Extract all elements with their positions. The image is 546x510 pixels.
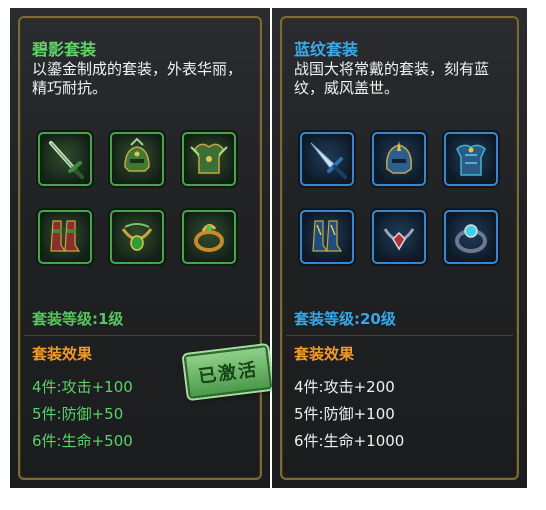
- set-level: 套装等级:20级: [294, 310, 396, 328]
- boots-icon: [312, 220, 343, 252]
- necklace-icon: [383, 228, 415, 251]
- set-effect-6: 6件:生命+1000: [294, 432, 405, 450]
- helmet-slot[interactable]: [110, 132, 164, 186]
- armor-slot[interactable]: [182, 132, 236, 186]
- helmet-icon: [386, 141, 412, 174]
- armor-icon: [456, 144, 486, 176]
- divider: [24, 335, 256, 336]
- sword-slot[interactable]: [38, 132, 92, 186]
- boots-slot[interactable]: [300, 210, 354, 264]
- set-description: 战国大将常戴的套装，刻有蓝纹，威风盖世。: [294, 60, 490, 97]
- set-title: 蓝纹套装: [294, 40, 359, 59]
- set-effect-5: 5件:防御+50: [32, 405, 124, 423]
- boots-slot[interactable]: [38, 210, 92, 264]
- set-title: 碧影套装: [32, 40, 97, 59]
- set-effect-4: 4件:攻击+200: [294, 378, 395, 396]
- set-panel-blue: 蓝纹套装 战国大将常戴的套装，刻有蓝纹，威风盖世。 套装等级:20级 套装效果 …: [272, 8, 527, 488]
- sword-icon: [310, 142, 347, 179]
- set-description: 以鎏金制成的套装，外表华丽，精巧耐抗。: [32, 60, 243, 97]
- ring-icon: [455, 224, 487, 253]
- ring-slot[interactable]: [444, 210, 498, 264]
- necklace-slot[interactable]: [372, 210, 426, 264]
- boots-icon: [50, 220, 81, 252]
- set-effects-label: 套装效果: [294, 345, 355, 363]
- necklace-slot[interactable]: [110, 210, 164, 264]
- sword-icon: [49, 141, 84, 179]
- sword-slot[interactable]: [300, 132, 354, 186]
- armor-icon: [190, 143, 228, 174]
- helmet-slot[interactable]: [372, 132, 426, 186]
- necklace-icon: [121, 223, 153, 251]
- set-effect-6: 6件:生命+500: [32, 432, 133, 450]
- ring-slot[interactable]: [182, 210, 236, 264]
- armor-slot[interactable]: [444, 132, 498, 186]
- set-level: 套装等级:1级: [32, 310, 124, 328]
- set-panel-green: 碧影套装 以鎏金制成的套装，外表华丽，精巧耐抗。 套装等级:1级 套装效果 4件…: [10, 8, 273, 488]
- set-effect-5: 5件:防御+100: [294, 405, 395, 423]
- helmet-icon: [124, 137, 150, 172]
- set-effect-4: 4件:攻击+100: [32, 378, 133, 396]
- divider: [286, 335, 513, 336]
- ring-icon: [194, 224, 224, 252]
- set-effects-label: 套装效果: [32, 345, 93, 363]
